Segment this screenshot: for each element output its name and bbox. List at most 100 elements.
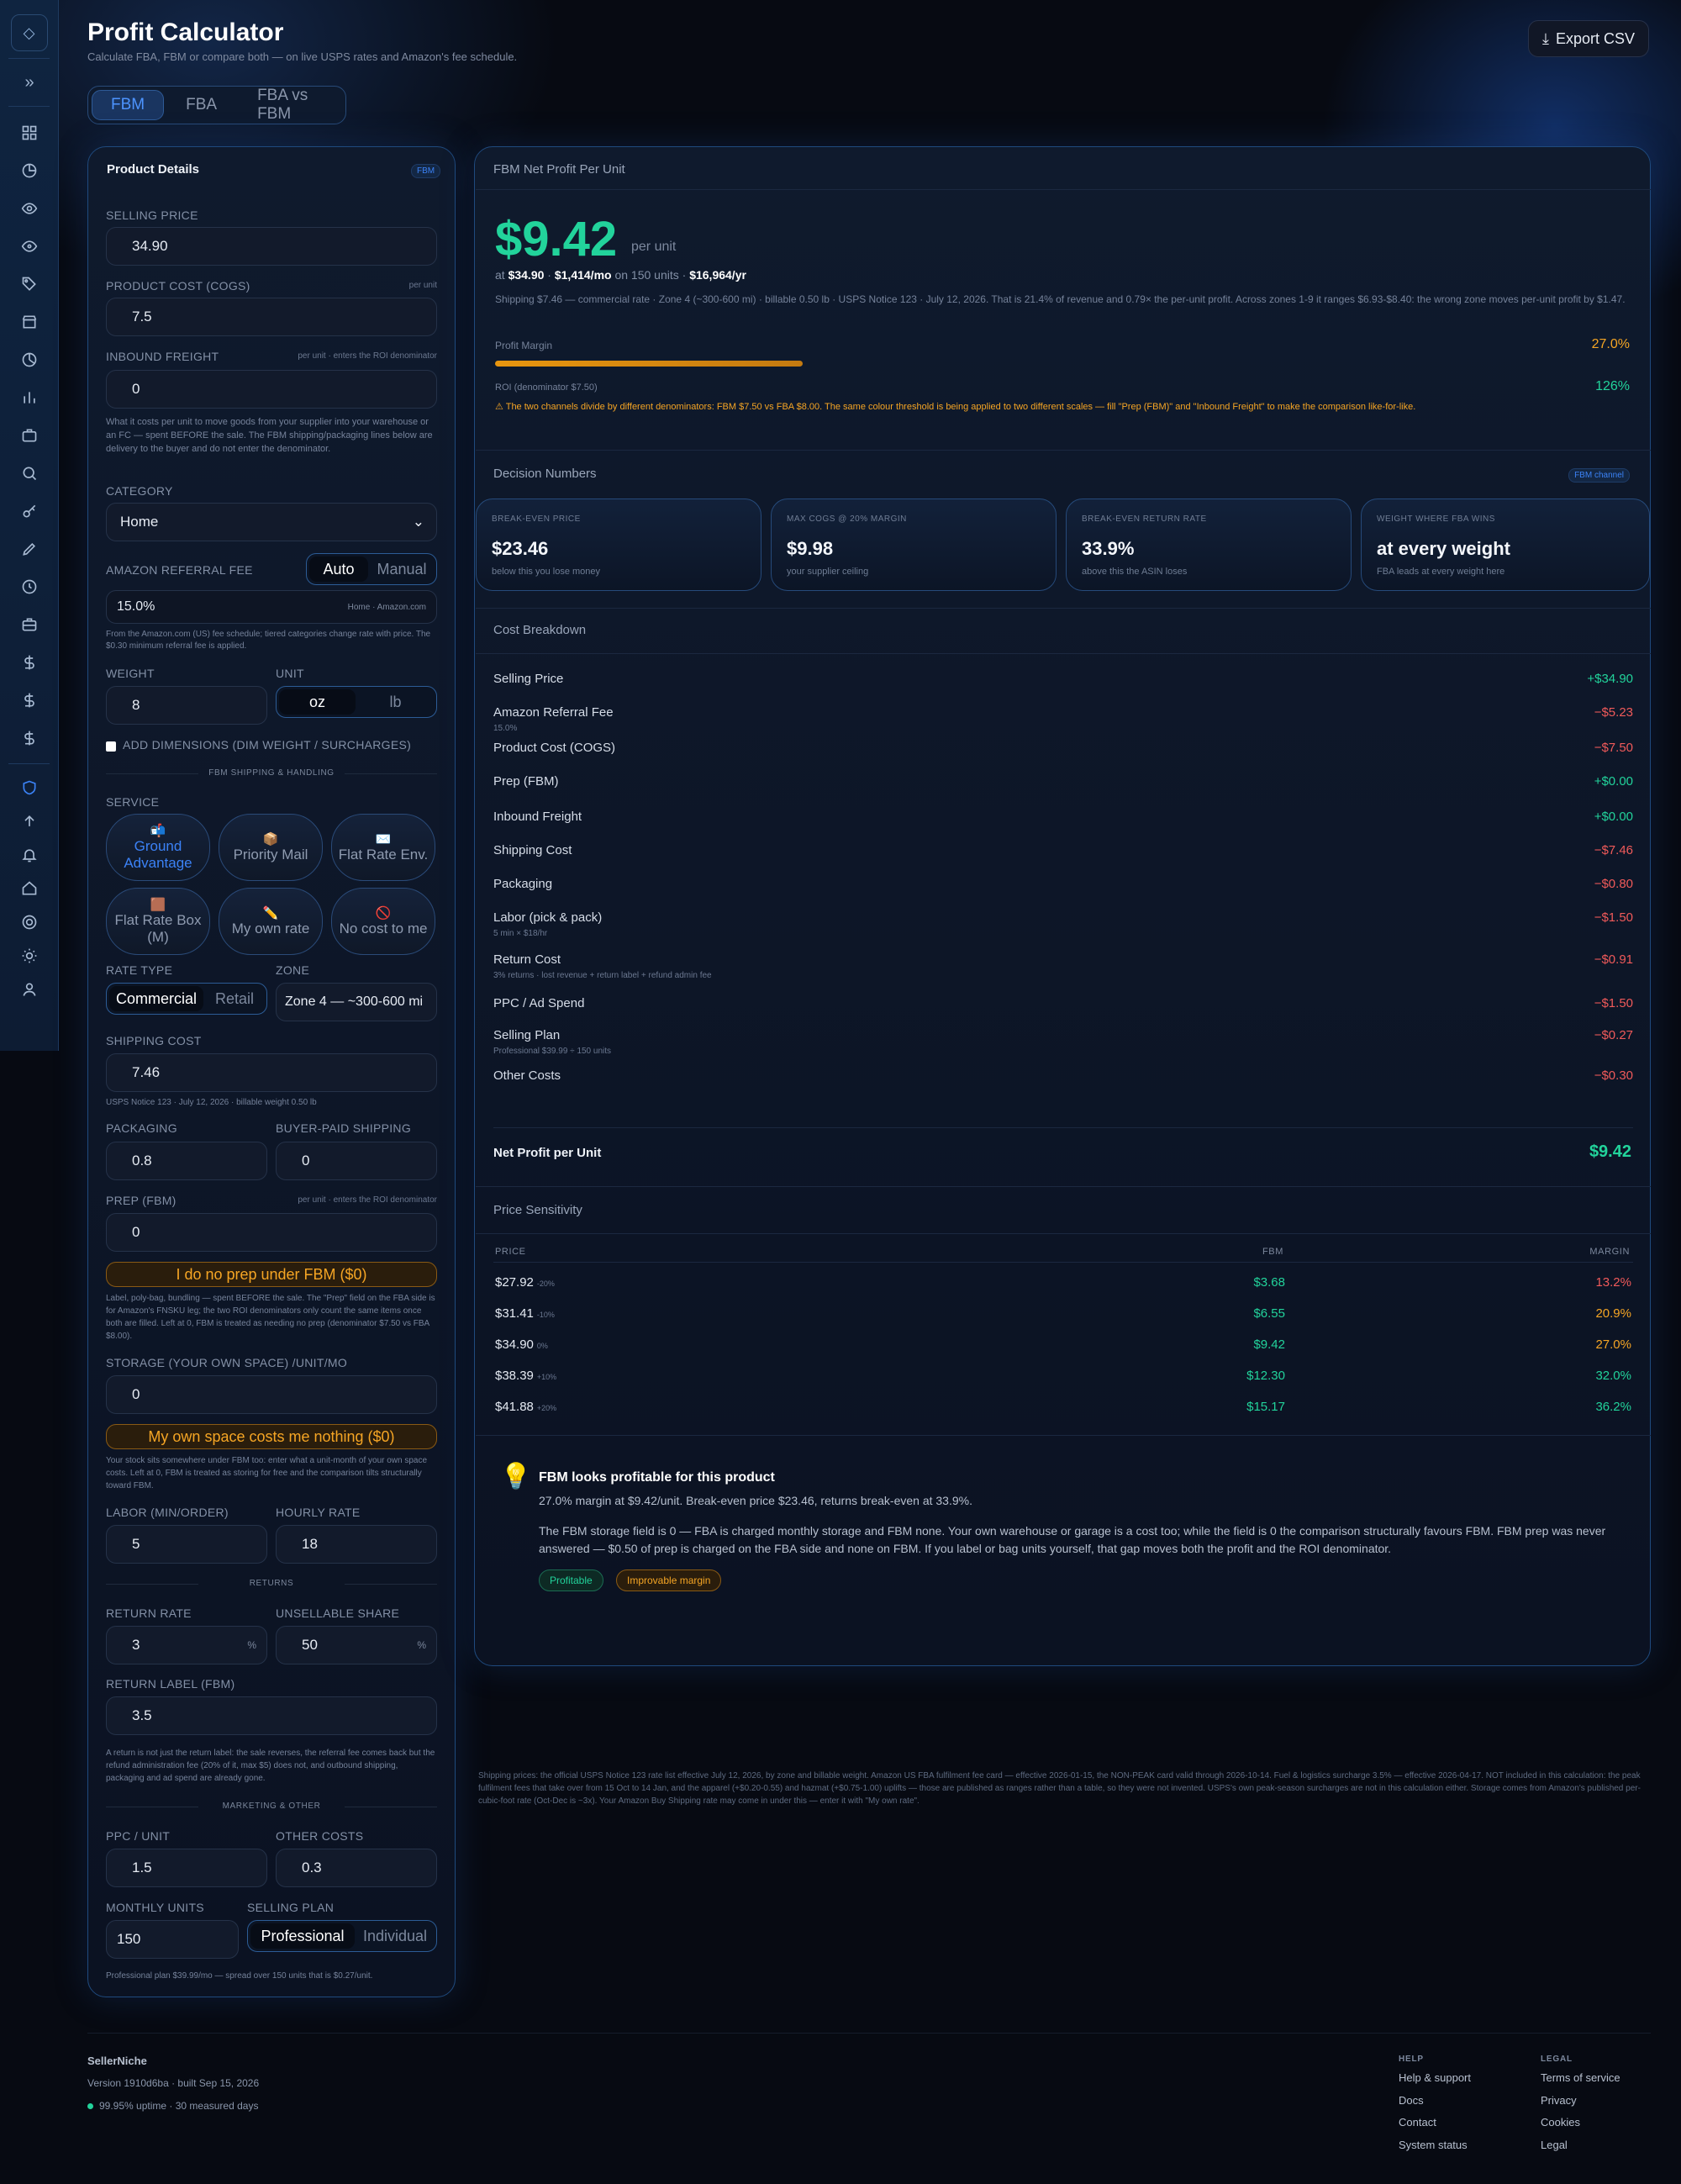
footer-link-contact[interactable]: Contact [1399, 2116, 1436, 2129]
no-prep-button[interactable]: I do no prep under FBM ($0) [106, 1262, 437, 1287]
monthly-units-input[interactable]: 150 [106, 1920, 239, 1959]
storage-note: Your stock sits somewhere under FBM too:… [106, 1456, 428, 1490]
sens-price: $27.92 -20% [495, 1275, 555, 1290]
cogs-input[interactable]: 7.5 [106, 298, 437, 336]
buyer-shipping-input[interactable]: 0 [276, 1142, 437, 1180]
unsellable-input[interactable]: 50% [276, 1626, 437, 1664]
toolbox-icon[interactable] [0, 605, 59, 643]
referral-auto[interactable]: Auto [309, 557, 368, 582]
rate-type-toggle: Commercial Retail [106, 983, 267, 1015]
briefcase-icon[interactable] [0, 416, 59, 454]
rate-retail[interactable]: Retail [205, 986, 264, 1011]
unit-lb[interactable]: lb [357, 689, 434, 715]
service-flat-rate-box[interactable]: 🟫 Flat Rate Box (M) [106, 888, 210, 955]
dollar-icon[interactable] [0, 643, 59, 681]
prep-input[interactable]: 0 [106, 1213, 437, 1252]
dollar-icon-2[interactable] [0, 681, 59, 719]
footer-link-cookies[interactable]: Cookies [1541, 2116, 1580, 2129]
own-space-free-button[interactable]: My own space costs me nothing ($0) [106, 1424, 437, 1449]
service-no-cost[interactable]: 🚫 No cost to me [331, 888, 435, 955]
row-detail: 3% returns · lost revenue + return label… [493, 971, 712, 980]
dims-checkbox[interactable] [106, 741, 116, 752]
inbound-input[interactable]: 0 [106, 370, 437, 409]
export-csv-button[interactable]: ⤓ Export CSV [1527, 20, 1649, 57]
monthly-profit: $1,414/mo [554, 268, 612, 282]
search-icon[interactable] [0, 454, 59, 492]
return-rate-input[interactable]: 3% [106, 1626, 267, 1664]
rate-commercial[interactable]: Commercial [109, 986, 203, 1011]
referral-label: AMAZON REFERRAL FEE [106, 563, 253, 577]
labor-input[interactable]: 5 [106, 1525, 267, 1564]
weight-input[interactable]: 8 [106, 686, 267, 725]
sun-icon[interactable] [0, 939, 59, 973]
clock-icon[interactable] [0, 567, 59, 605]
percent-unit: % [247, 1639, 256, 1651]
plan-individual[interactable]: Individual [356, 1923, 434, 1949]
card-title: MAX COGS @ 20% MARGIN [787, 514, 907, 524]
footer-link-status[interactable]: System status [1399, 2139, 1468, 2151]
user-icon[interactable] [0, 973, 59, 1006]
shield-icon[interactable] [0, 771, 59, 804]
hourly-rate-input[interactable]: 18 [276, 1525, 437, 1564]
referral-input[interactable]: 15.0% Home · Amazon.com [106, 590, 437, 624]
decision-title: Decision Numbers [493, 467, 597, 481]
sensitivity-row: $34.90 0% $9.42 27.0% [495, 1331, 1631, 1361]
service-my-own-rate[interactable]: ✏️ My own rate [219, 888, 323, 955]
home-icon[interactable] [0, 872, 59, 905]
zone-select[interactable]: Zone 4 — ~300-600 mi [276, 983, 437, 1021]
pie-chart-icon[interactable] [0, 151, 59, 189]
package-icon: 📦 [262, 831, 279, 847]
chart-pie-icon[interactable] [0, 340, 59, 378]
unit-oz[interactable]: oz [279, 689, 356, 715]
price-value: $31.41 [495, 1306, 534, 1321]
pencil-icon[interactable] [0, 530, 59, 567]
service-ground-advantage[interactable]: 📬 Ground Advantage [106, 814, 210, 881]
tab-fbm[interactable]: FBM [92, 90, 165, 120]
divider [476, 189, 1651, 190]
packaging-input[interactable]: 0.8 [106, 1142, 267, 1180]
return-label-input[interactable]: 3.5 [106, 1696, 437, 1735]
footer-link-terms[interactable]: Terms of service [1541, 2071, 1620, 2084]
inbound-label: INBOUND FREIGHT [106, 350, 219, 363]
card-title: WEIGHT WHERE FBA WINS [1377, 514, 1495, 524]
footer-link-privacy[interactable]: Privacy [1541, 2094, 1577, 2107]
service-label-text: Flat Rate Env. [338, 846, 429, 863]
category-select[interactable]: Home ⌄ [106, 503, 437, 541]
store-icon[interactable] [0, 303, 59, 340]
plan-professional[interactable]: Professional [250, 1923, 355, 1949]
key-icon[interactable] [0, 492, 59, 530]
bell-icon[interactable] [0, 838, 59, 872]
row-label: Labor (pick & pack) [493, 910, 603, 925]
returns-section-divider: RETURNS [106, 1579, 437, 1588]
eye-icon[interactable] [0, 189, 59, 227]
help-circle-icon[interactable] [0, 905, 59, 939]
selling-price-input[interactable]: 34.90 [106, 227, 437, 266]
shipping-cost-input[interactable]: 7.46 [106, 1053, 437, 1092]
footer-link-help[interactable]: Help & support [1399, 2071, 1471, 2084]
arrow-up-icon[interactable] [0, 804, 59, 838]
logo-icon[interactable]: ◇ [10, 14, 48, 51]
expand-icon[interactable]: » [0, 66, 59, 99]
tag-icon[interactable] [0, 265, 59, 303]
footer-legal-heading: LEGAL [1541, 2055, 1573, 2064]
dollar-icon-3[interactable] [0, 719, 59, 757]
ppc-input[interactable]: 1.5 [106, 1849, 267, 1887]
breakdown-row: Selling Plan Professional $39.99 ÷ 150 un… [493, 1023, 1633, 1057]
service-priority-mail[interactable]: 📦 Priority Mail [219, 814, 323, 881]
footer-link-legal[interactable]: Legal [1541, 2139, 1568, 2151]
panel-title: Product Details [107, 162, 200, 177]
breakdown-row: Return Cost 3% returns · lost revenue + r… [493, 947, 1633, 981]
storage-input[interactable]: 0 [106, 1375, 437, 1414]
footer-version: Version 1910d6ba · built Sep 15, 2026 [87, 2077, 260, 2089]
eye-alt-icon[interactable] [0, 227, 59, 265]
row-amount: −$0.27 [1594, 1028, 1633, 1042]
other-costs-input[interactable]: 0.3 [276, 1849, 437, 1887]
service-flat-rate-env[interactable]: ✉️ Flat Rate Env. [331, 814, 435, 881]
grid-icon[interactable] [0, 113, 59, 151]
bar-chart-icon[interactable] [0, 378, 59, 416]
footer-link-docs[interactable]: Docs [1399, 2094, 1424, 2107]
referral-manual[interactable]: Manual [370, 557, 434, 582]
price-delta: -10% [536, 1311, 555, 1319]
tab-fba-vs-fbm[interactable]: FBA vs FBM [239, 87, 342, 123]
tab-fba[interactable]: FBA [167, 90, 235, 120]
